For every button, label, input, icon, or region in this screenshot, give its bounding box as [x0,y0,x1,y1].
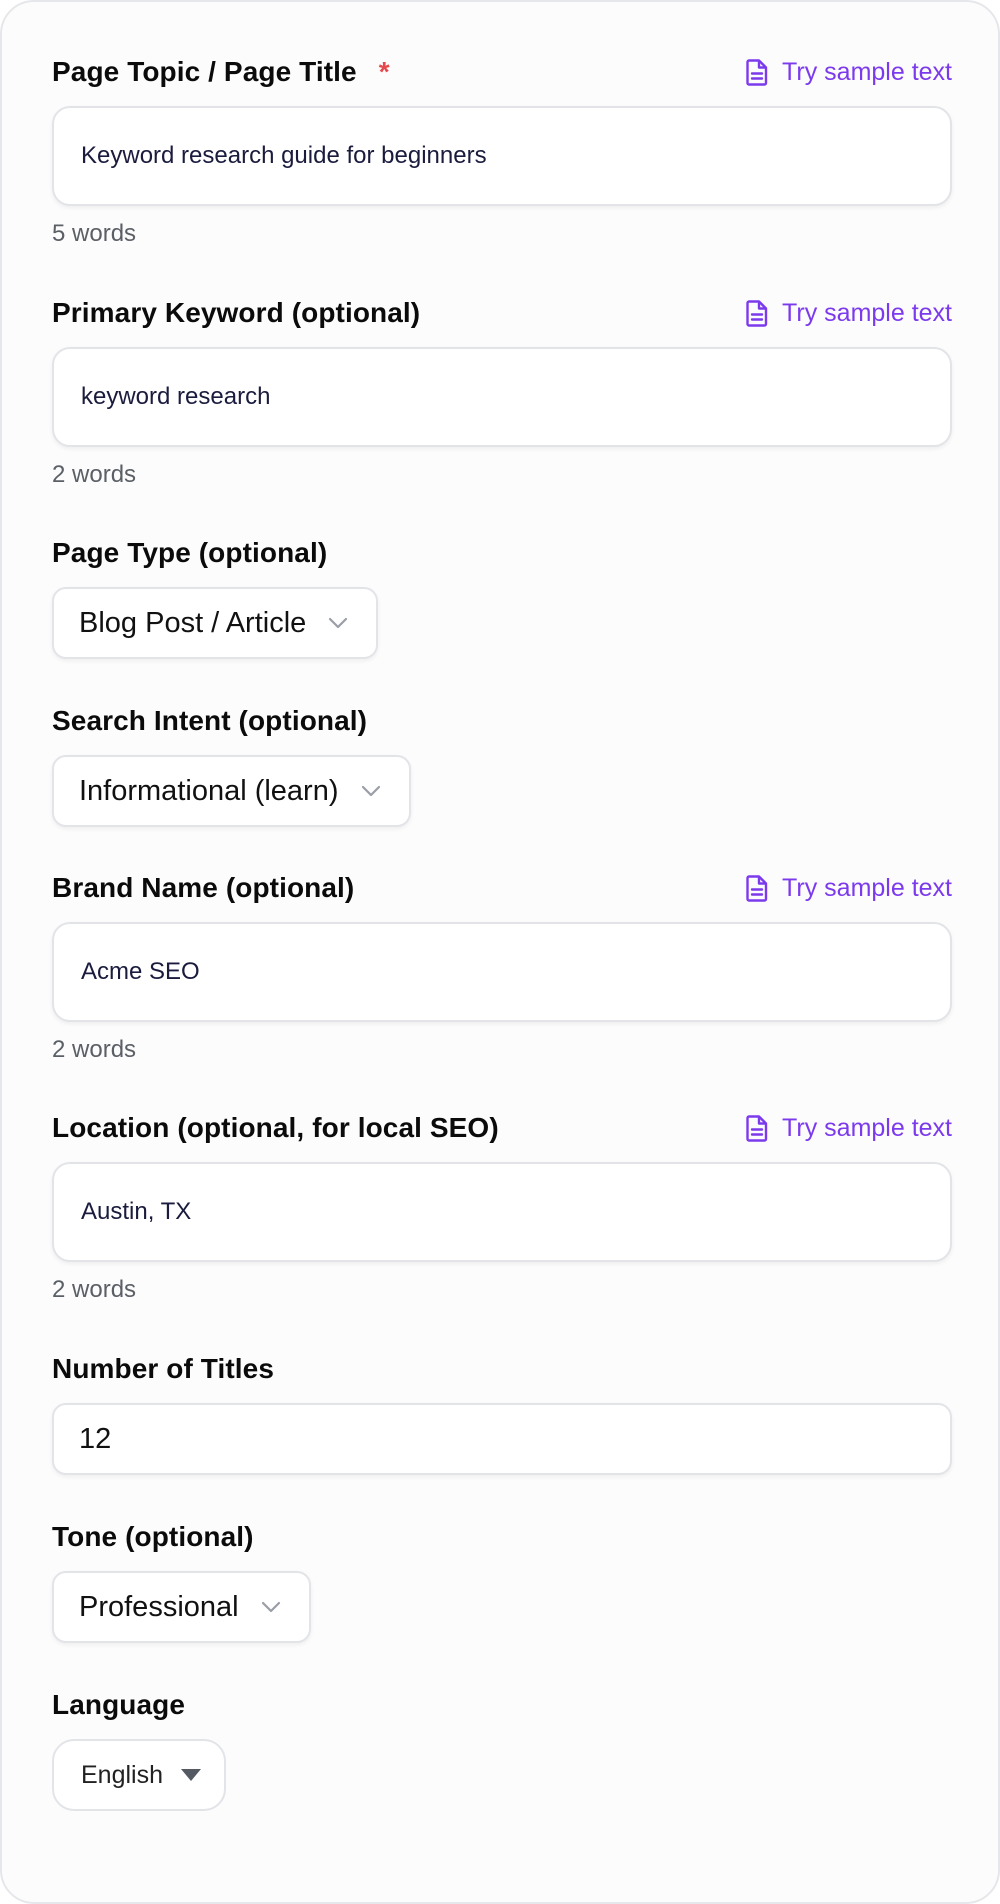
primary-keyword-word-count: 2 words [52,461,137,488]
location-label-row: Location (optional, for local SEO) Try s… [52,1108,952,1148]
language-select[interactable]: English [52,1739,226,1811]
page-topic-label-row: Page Topic / Page Title * Try sample text [52,52,952,92]
page-topic-word-count: 5 words [52,220,137,247]
brand-name-label-row: Brand Name (optional) Try sample text [52,868,952,908]
search-intent-selected-value: Informational (learn) [79,774,339,807]
caret-down-icon [181,1769,201,1781]
location-try-sample-link[interactable]: Try sample text [746,1114,952,1143]
brand-name-field: Brand Name (optional) Try sample text Ac… [52,868,952,1064]
location-word-count: 2 words [52,1276,137,1303]
document-icon [746,58,768,86]
chevron-down-icon [329,617,348,629]
number-of-titles-input[interactable]: 12 [52,1403,952,1475]
search-intent-select[interactable]: Informational (learn) [52,755,411,827]
page-topic-try-sample-link[interactable]: Try sample text [746,58,952,87]
form-card: Page Topic / Page Title * Try sample text… [0,0,1000,1904]
location-label: Location (optional, for local SEO) [52,1112,499,1143]
brand-name-label: Brand Name (optional) [52,872,355,903]
page-type-field: Page Type (optional) Blog Post / Article [52,533,952,659]
page-topic-label-wrap: Page Topic / Page Title * [52,56,390,88]
language-label-row: Language [52,1685,952,1725]
tone-label-row: Tone (optional) [52,1517,952,1557]
page-topic-label: Page Topic / Page Title [52,56,357,87]
primary-keyword-field: Primary Keyword (optional) Try sample te… [52,293,952,489]
primary-keyword-input[interactable]: keyword research [52,347,952,447]
number-of-titles-label: Number of Titles [52,1353,275,1384]
tone-label: Tone (optional) [52,1521,254,1552]
search-intent-label-row: Search Intent (optional) [52,701,952,741]
tone-selected-value: Professional [79,1590,239,1623]
language-field: Language English [52,1685,952,1811]
tone-select[interactable]: Professional [52,1571,311,1643]
document-icon [746,874,768,902]
language-label: Language [52,1689,186,1720]
primary-keyword-try-sample-link[interactable]: Try sample text [746,299,952,328]
document-icon [746,1114,768,1142]
chevron-down-icon [361,785,380,797]
number-of-titles-field: Number of Titles 12 [52,1349,952,1475]
try-sample-text-label: Try sample text [782,298,952,327]
brand-name-input[interactable]: Acme SEO [52,922,952,1022]
search-intent-field: Search Intent (optional) Informational (… [52,701,952,827]
try-sample-text-label: Try sample text [782,873,952,902]
page-type-selected-value: Blog Post / Article [79,606,307,639]
try-sample-text-label: Try sample text [782,1113,952,1142]
page-type-label-row: Page Type (optional) [52,533,952,573]
tone-field: Tone (optional) Professional [52,1517,952,1643]
page-topic-field: Page Topic / Page Title * Try sample text… [52,52,952,248]
required-asterisk: * [378,56,390,87]
language-selected-value: English [81,1760,163,1789]
page-type-select[interactable]: Blog Post / Article [52,587,379,659]
try-sample-text-label: Try sample text [782,57,952,86]
primary-keyword-label-row: Primary Keyword (optional) Try sample te… [52,293,952,333]
brand-name-word-count: 2 words [52,1036,137,1063]
location-input[interactable]: Austin, TX [52,1162,952,1262]
location-field: Location (optional, for local SEO) Try s… [52,1108,952,1304]
page-topic-input[interactable]: Keyword research guide for beginners [52,106,952,206]
search-intent-label: Search Intent (optional) [52,705,368,736]
document-icon [746,299,768,327]
chevron-down-icon [261,1601,280,1613]
brand-name-try-sample-link[interactable]: Try sample text [746,874,952,903]
number-of-titles-label-row: Number of Titles [52,1349,952,1389]
primary-keyword-label: Primary Keyword (optional) [52,297,421,328]
page-type-label: Page Type (optional) [52,537,328,568]
